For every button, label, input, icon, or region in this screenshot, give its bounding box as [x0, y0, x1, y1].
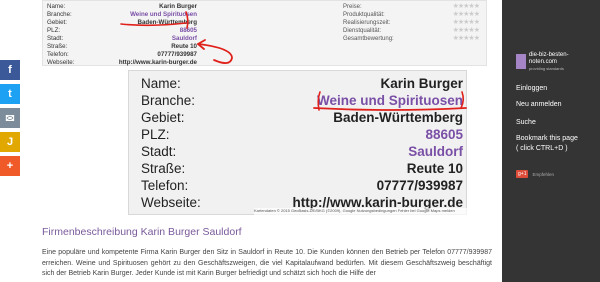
info-row: Branche: Weine und Spirituosen — [47, 11, 197, 18]
rating-row: Dienstqualität: ★★★★★ — [343, 27, 480, 35]
bookmark-hint: ( click CTRL+D ) — [516, 145, 568, 152]
info-row: PLZ: 88605 — [47, 27, 197, 34]
star-rating[interactable]: ★★★★★ — [453, 3, 480, 11]
info-row: Stadt: Sauldorf — [47, 35, 197, 42]
info-row: Straße: Reute 10 — [47, 43, 197, 50]
facebook-icon[interactable]: f — [0, 60, 20, 80]
section-title: Firmenbeschreibung Karin Burger Sauldorf — [42, 226, 242, 238]
info-row: Webseite: http://www.karin-burger.de — [47, 59, 197, 66]
sidebar: die-biz-besten-noten.com providing stand… — [502, 0, 600, 282]
info-row: Telefon: 07777/939987 — [47, 51, 197, 58]
bookmark-icon[interactable]: J — [0, 132, 20, 152]
company-description: Eine populäre und kompetente Firma Karin… — [42, 249, 492, 277]
star-rating[interactable]: ★★★★★ — [453, 19, 480, 27]
rating-row: Preise: ★★★★★ — [343, 3, 480, 11]
site-logo[interactable]: die-biz-besten-noten.com providing stand… — [516, 51, 596, 71]
gplus-button[interactable]: g+1 — [516, 170, 529, 178]
page: f t ✉ J + Name: Karin Burger Branche: Wein… — [0, 0, 600, 282]
star-rating[interactable]: ★★★★★ — [453, 11, 480, 19]
info-row: Name: Karin Burger — [47, 3, 197, 10]
sidebar-item-bookmark[interactable]: Bookmark this page — [516, 134, 578, 144]
info-row: Gebiet: Baden-Württemberg — [47, 19, 197, 26]
rating-panel: Preise: ★★★★★ Produktqualität: ★★★★★ Reali… — [343, 3, 483, 43]
email-icon[interactable]: ✉ — [0, 108, 20, 128]
rating-row: Gesamtbewertung: ★★★★★ — [343, 35, 480, 43]
sidebar-item-search[interactable]: Suche — [516, 118, 536, 128]
sidebar-item-register[interactable]: Neu anmelden — [516, 100, 562, 110]
social-share-bar: f t ✉ J + — [0, 60, 20, 180]
logo-subtitle: providing standards — [528, 65, 564, 71]
logo-mark-icon — [516, 53, 526, 69]
twitter-icon[interactable]: t — [0, 84, 20, 104]
map-attribution: Kartendaten © 2015 GeoBasis-DE/BKG (©200… — [254, 208, 490, 215]
rating-row: Produktqualität: ★★★★★ — [343, 11, 480, 19]
rating-row: Realisierungszeit: ★★★★★ — [343, 19, 480, 27]
star-rating[interactable]: ★★★★★ — [453, 27, 480, 35]
company-info-card-small: Name: Karin Burger Branche: Weine und Spir… — [42, 0, 487, 66]
gplus-widget[interactable]: g+1 Empfehlen — [516, 170, 554, 178]
gplus-label: Empfehlen — [532, 171, 554, 177]
company-info-card-zoomed: Name: Karin Burger Branche: Weine und Spir… — [128, 70, 467, 215]
logo-title: die-biz-besten-noten.com — [528, 51, 569, 65]
star-rating[interactable]: ★★★★★ — [453, 35, 480, 43]
plus-icon[interactable]: + — [0, 156, 20, 176]
sidebar-item-login[interactable]: Einloggen — [516, 84, 547, 94]
